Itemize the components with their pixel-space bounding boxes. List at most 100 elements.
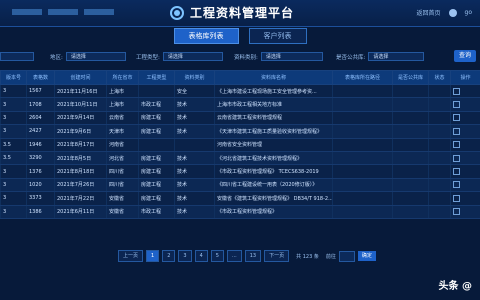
next-page-button[interactable]: 下一页 <box>264 250 290 262</box>
table-row[interactable]: 3 1376 2021年8月18日 四川省 房建工程 技术 《市政工程资料管理规程》 TCE… <box>0 164 480 179</box>
row-checkbox[interactable] <box>453 101 460 109</box>
table-row[interactable]: 3 1386 2021年6月11日 安徽省 市政工程 技术 《市政工程资料管理规程》 <box>0 205 480 219</box>
table-cell: 河北省 <box>106 151 139 166</box>
top-bar: 工程资料管理平台 返回首页 go <box>0 0 480 27</box>
table-cell: 《河北省建筑工程技术资料管理规程》 <box>214 151 333 166</box>
page-button[interactable]: 4 <box>194 250 208 262</box>
row-checkbox[interactable] <box>453 181 460 189</box>
table-cell: 2021年7月26日 <box>54 178 107 193</box>
table-cell: 安全 <box>174 84 215 99</box>
public-label: 是否公共库: <box>336 54 366 61</box>
table-cell <box>138 84 175 99</box>
page-button[interactable]: 3 <box>178 250 192 262</box>
avatar[interactable] <box>448 8 457 17</box>
table-row[interactable]: 3 2427 2021年9月6日 天津市 房建工程 技术 《天津市建筑工程施工质量验收资料管… <box>0 124 480 139</box>
region-select[interactable]: 请选择 <box>65 52 126 61</box>
row-checkbox[interactable] <box>453 87 460 95</box>
table-cell <box>428 178 451 193</box>
table-cell <box>332 151 393 166</box>
table-cell: 河南省安全资料管理 <box>214 138 333 152</box>
public-filter: 是否公共库: 请选择 <box>336 52 425 61</box>
table-cell: 2021年11月16日 <box>54 84 107 99</box>
page-button[interactable]: 13 <box>244 250 262 262</box>
tab-form-library[interactable]: 表格库列表 <box>173 28 239 44</box>
table-cell: 河南省 <box>106 138 139 152</box>
table-cell: 《四川省工程建设统一用表（2020修订版）》 <box>214 178 333 193</box>
table-cell: 天津市 <box>106 124 139 139</box>
category-select[interactable]: 请选择 <box>260 52 323 61</box>
type-filter: 工程类型: 请选择 <box>136 52 223 61</box>
region-filter: 地区: 请选择 <box>50 52 126 61</box>
table-cell: 2021年10月11日 <box>54 97 107 112</box>
page-button[interactable]: 5 <box>210 250 224 262</box>
table-cell <box>392 138 429 152</box>
home-link[interactable]: 返回首页 <box>417 8 441 17</box>
table-cell <box>332 164 393 179</box>
table-row[interactable]: 3 1708 2021年10月11日 上海市 市政工程 技术 上海市市政工程相关地方标准 <box>0 97 480 112</box>
table-cell <box>450 191 480 206</box>
row-checkbox[interactable] <box>453 114 460 122</box>
table-cell: 房建工程 <box>138 151 175 166</box>
tab-customer-list[interactable]: 客户列表 <box>248 28 307 44</box>
row-checkbox[interactable] <box>453 168 460 176</box>
column-header: 资料库名称 <box>214 70 333 85</box>
query-button[interactable]: 查询 <box>454 50 476 62</box>
logo-icon <box>170 5 184 20</box>
table-cell <box>428 138 451 152</box>
table-cell: 2021年6月11日 <box>54 205 107 219</box>
table-row[interactable]: 3.5 1946 2021年8月17日 河南省 河南省安全资料管理 <box>0 138 480 152</box>
table-cell <box>332 97 393 112</box>
table-cell <box>450 138 480 152</box>
table-row[interactable]: 3 3373 2021年7月22日 安徽省 房建工程 技术 安徽省《建筑工程资料管理规程》 … <box>0 191 480 206</box>
nav-link-3[interactable] <box>84 8 114 15</box>
table-cell: 《市政工程资料管理规程》 <box>214 205 333 219</box>
pagination: 上一页 1 2 3 4 5 ... 13 下一页 共 123 条 前往 确定 <box>118 250 376 262</box>
column-header: 表格数 <box>26 70 55 85</box>
row-checkbox[interactable] <box>453 141 460 149</box>
table-header-row: 版本号 表格数 创建时间 所在省市 工程类型 资料类别 资料库名称 表格库所在路径 是否公共库状… <box>0 70 480 85</box>
user-name[interactable]: go <box>465 9 472 16</box>
column-header: 资料类别 <box>174 70 215 85</box>
keyword-input[interactable] <box>0 52 34 61</box>
table-row[interactable]: 3 2604 2021年9月14日 云南省 房建工程 技术 云南省建筑工程资料管理规程 <box>0 111 480 126</box>
nav-link-1[interactable] <box>12 8 42 15</box>
table-row[interactable]: 3.5 3290 2021年8月5日 河北省 房建工程 技术 《河北省建筑工程技术资料管理规… <box>0 151 480 166</box>
table-cell: 3 <box>0 84 27 99</box>
table-row[interactable]: 3 1567 2021年11月16日 上海市 安全 《上海市建设工程现场施工安全管理参考资… <box>0 84 480 99</box>
table-cell <box>332 205 393 219</box>
table-cell <box>392 164 429 179</box>
table-cell: 上海市 <box>106 97 139 112</box>
row-checkbox[interactable] <box>453 194 460 202</box>
type-select[interactable]: 请选择 <box>162 52 223 61</box>
table-cell <box>428 97 451 112</box>
row-checkbox[interactable] <box>453 127 460 135</box>
table-cell: 《上海市建设工程现场施工安全管理参考资... <box>214 84 333 99</box>
table-cell: 3.5 <box>0 151 27 166</box>
row-checkbox[interactable] <box>453 208 460 216</box>
table-cell: 3.5 <box>0 138 27 152</box>
column-header: 所在省市 <box>106 70 139 85</box>
table-cell: 3 <box>0 97 27 112</box>
table-row[interactable]: 3 1020 2021年7月26日 四川省 房建工程 技术 《四川省工程建设统一用表（202… <box>0 178 480 193</box>
table-cell: 1946 <box>26 138 55 152</box>
table-cell <box>392 205 429 219</box>
table-cell: 2021年7月22日 <box>54 191 107 206</box>
public-select[interactable]: 请选择 <box>368 52 425 61</box>
prev-page-button[interactable]: 上一页 <box>118 250 144 262</box>
column-header: 工程类型 <box>138 70 175 85</box>
table-cell: 技术 <box>174 111 215 126</box>
goto-page-input[interactable] <box>338 250 355 262</box>
table-cell: 2021年9月14日 <box>54 111 107 126</box>
table-cell: 云南省 <box>106 111 139 126</box>
page-button[interactable]: 1 <box>146 250 160 262</box>
table-cell: 技术 <box>174 124 215 139</box>
table-cell <box>428 84 451 99</box>
goto-button[interactable]: 确定 <box>357 251 376 261</box>
page-button[interactable]: 2 <box>162 250 176 262</box>
table-cell <box>450 124 480 139</box>
nav-link-2[interactable] <box>48 8 78 15</box>
row-checkbox[interactable] <box>453 154 460 162</box>
table-body: 3 1567 2021年11月16日 上海市 安全 《上海市建设工程现场施工安全管理参考资… <box>0 84 480 219</box>
table-cell <box>450 151 480 166</box>
table-cell: 四川省 <box>106 178 139 193</box>
